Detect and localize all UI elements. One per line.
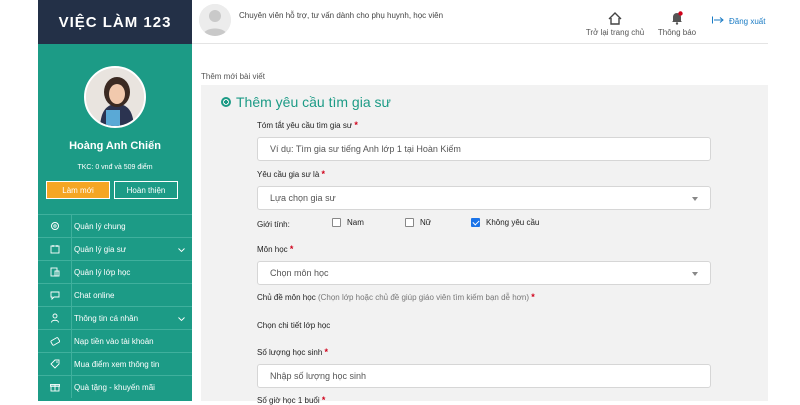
gear-icon	[38, 215, 72, 237]
bell-icon	[647, 8, 707, 25]
gender-label: Giới tính:	[257, 220, 290, 229]
required-mark: *	[289, 244, 294, 254]
subject-label-text: Môn học	[257, 245, 288, 254]
gender-option-female[interactable]: Nữ	[405, 218, 431, 227]
chevron-down-icon	[178, 246, 185, 255]
sidebar-item-general[interactable]: Quản lý chung	[38, 214, 192, 237]
account-balance: TKC: 0 vnđ và 509 điểm	[77, 164, 153, 171]
gender-option-label: Nữ	[420, 218, 432, 227]
support-tagline: Chuyên viên hỗ trợ, tư vấn dành cho phụ …	[239, 11, 444, 20]
sidebar-item-gifts[interactable]: Quà tặng - khuyến mãi	[38, 375, 192, 398]
sidebar-item-label: Quản lý gia sư	[74, 244, 127, 254]
sidebar-item-chat[interactable]: Chat online	[38, 283, 192, 306]
tutor-type-label: Yêu cầu gia sư là *	[257, 169, 325, 179]
subject-select[interactable]: Chọn môn học	[257, 261, 711, 285]
sidebar-item-buy-points[interactable]: Mua điểm xem thông tin	[38, 352, 192, 375]
user-icon	[38, 307, 72, 329]
sidebar-item-label: Nạp tiền vào tài khoản	[74, 336, 154, 346]
caret-down-icon	[692, 272, 698, 276]
chat-icon	[38, 284, 72, 306]
home-label: Trở lại trang chủ	[585, 28, 645, 37]
tutor-type-value: Lựa chọn gia sư	[270, 193, 336, 203]
complete-profile-button[interactable]: Hoàn thiện	[114, 181, 178, 199]
notifications-label: Thông báo	[657, 28, 697, 37]
logout-button[interactable]: Đăng xuất	[712, 16, 765, 26]
summary-label: Tóm tắt yêu cầu tìm gia sư *	[257, 120, 358, 130]
sidebar-item-profile[interactable]: Thông tin cá nhân	[38, 306, 192, 329]
sidebar-item-label: Quản lý lớp học	[74, 267, 131, 277]
form-title: Thêm yêu cầu tìm gia sư	[221, 94, 391, 110]
sidebar-item-tutor-manage[interactable]: Quản lý gia sư	[38, 237, 192, 260]
topic-hint: (Chọn lớp hoặc chủ đề giúp giáo viên tìm…	[317, 293, 529, 302]
sidebar-nav: Quản lý chung Quản lý gia sư Quản lý lớp…	[38, 214, 192, 398]
subject-label: Môn học *	[257, 244, 293, 254]
sidebar: VIỆC LÀM 123 Hoàng Anh Chiến TKC: 0 vnđ …	[38, 0, 192, 401]
checkbox[interactable]	[332, 218, 341, 227]
form-title-text: Thêm yêu cầu tìm gia sư	[236, 94, 391, 110]
summary-input[interactable]: Ví dụ: Tìm gia sư tiếng Anh lớp 1 tại Ho…	[257, 137, 711, 161]
refresh-button[interactable]: Làm mới	[46, 181, 110, 199]
logout-label: Đăng xuất	[729, 16, 766, 26]
topic-label: Chủ đề môn học (Chọn lớp hoặc chủ đề giú…	[257, 292, 535, 302]
top-bar: Chuyên viên hỗ trợ, tư vấn dành cho phụ …	[192, 0, 768, 44]
breadcrumb: Thêm mới bài viết	[201, 72, 265, 81]
checkbox-checked[interactable]	[471, 218, 480, 227]
profile-name: Hoàng Anh Chiến	[69, 140, 161, 152]
required-mark: *	[321, 395, 326, 405]
required-mark: *	[354, 120, 358, 130]
caret-down-icon	[692, 197, 698, 201]
tutor-type-label-text: Yêu cầu gia sư là	[257, 170, 320, 179]
subject-value: Chọn môn học	[270, 268, 329, 278]
plus-circle-icon	[221, 97, 231, 107]
students-label-text: Số lượng học sinh	[257, 348, 323, 357]
tutor-type-select[interactable]: Lựa chọn gia sư	[257, 186, 711, 210]
sidebar-item-class-manage[interactable]: Quản lý lớp học	[38, 260, 192, 283]
next-field-label: Số giờ học 1 buổi *	[257, 395, 325, 405]
required-mark: *	[321, 169, 326, 179]
students-input[interactable]: Nhập số lượng học sinh	[257, 364, 711, 388]
profile-card: Hoàng Anh Chiến TKC: 0 vnđ và 509 điểm L…	[38, 44, 192, 214]
gender-option-any[interactable]: Không yêu cầu	[471, 218, 539, 227]
home-button[interactable]: Trở lại trang chủ	[585, 8, 645, 37]
support-avatar	[199, 4, 231, 36]
wallet-icon	[38, 330, 72, 352]
brand-logo[interactable]: VIỆC LÀM 123	[38, 0, 192, 44]
home-icon	[585, 8, 645, 25]
topic-label-text: Chủ đề môn học	[257, 293, 316, 302]
notifications-button[interactable]: Thông báo	[647, 8, 707, 37]
checkbox[interactable]	[405, 218, 414, 227]
chevron-down-icon	[178, 315, 185, 324]
logout-icon	[712, 16, 724, 26]
sidebar-item-label: Thông tin cá nhân	[74, 313, 139, 323]
gender-option-label: Nam	[347, 218, 364, 227]
class-icon	[38, 261, 72, 283]
students-label: Số lượng học sinh *	[257, 347, 328, 357]
sidebar-item-label: Quà tặng - khuyến mãi	[74, 382, 155, 392]
class-detail-label[interactable]: Chọn chi tiết lớp học	[257, 321, 330, 330]
avatar[interactable]	[84, 66, 146, 128]
form-panel: Thêm yêu cầu tìm gia sư Tóm tắt yêu cầu …	[201, 85, 768, 405]
sidebar-item-label: Quản lý chung	[74, 221, 126, 231]
summary-label-text: Tóm tắt yêu cầu tìm gia sư	[257, 121, 353, 130]
tutor-manage-icon	[38, 238, 72, 260]
required-mark: *	[324, 347, 329, 357]
required-mark: *	[531, 292, 535, 302]
sidebar-item-label: Chat online	[74, 290, 115, 300]
sidebar-item-label: Mua điểm xem thông tin	[74, 359, 160, 369]
tag-icon	[38, 353, 72, 375]
gift-icon	[38, 376, 72, 398]
gender-option-label: Không yêu cầu	[486, 218, 540, 227]
gender-option-male[interactable]: Nam	[332, 218, 364, 227]
sidebar-item-topup[interactable]: Nạp tiền vào tài khoản	[38, 329, 192, 352]
